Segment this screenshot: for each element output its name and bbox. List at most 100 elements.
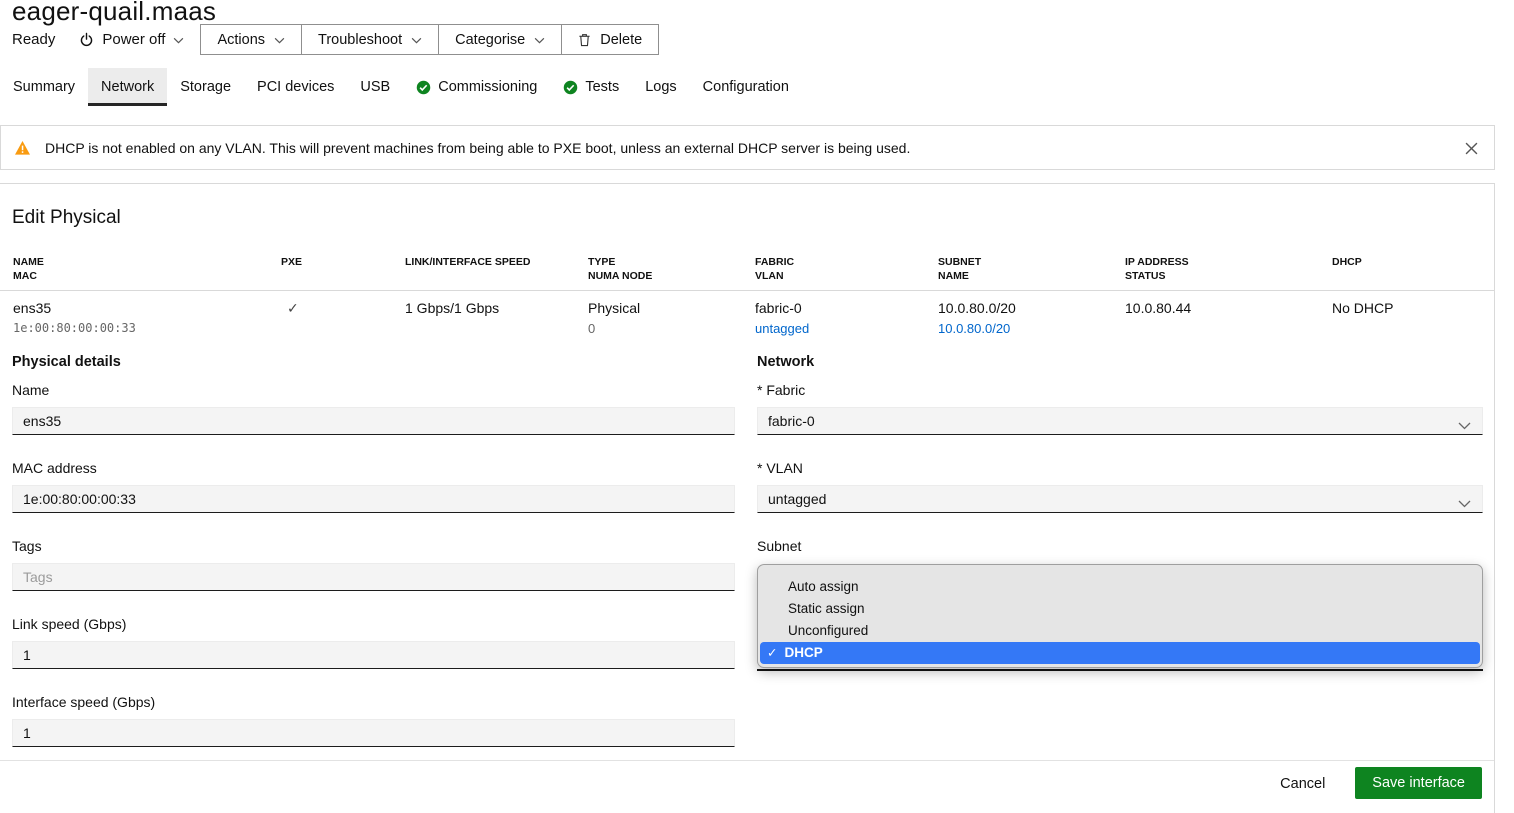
subnet-select-underline: [757, 669, 1483, 671]
numa-node: 0: [588, 321, 755, 337]
chevron-down-icon: [534, 32, 545, 48]
cell-type-numa: Physical 0: [588, 300, 755, 336]
interface-speed-input[interactable]: [12, 719, 735, 747]
form-footer: Cancel Save interface: [0, 760, 1494, 801]
vlan-link[interactable]: untagged: [755, 321, 809, 336]
tab-pci-devices[interactable]: PCI devices: [244, 68, 347, 106]
tab-label: Logs: [645, 79, 676, 95]
col-header-speed: LINK/INTERFACE SPEED: [405, 255, 588, 283]
vlan-select[interactable]: untagged: [757, 485, 1483, 513]
power-off-dropdown[interactable]: Power off: [79, 31, 184, 48]
tab-label: PCI devices: [257, 79, 334, 95]
col-header-type-numa: TYPENUMA NODE: [588, 255, 755, 283]
tab-label: Network: [101, 79, 154, 95]
cell-name-mac: ens35 1e:00:80:00:00:33: [13, 300, 281, 336]
tab-configuration[interactable]: Configuration: [690, 68, 802, 106]
tab-network[interactable]: Network: [88, 68, 167, 106]
link-speed-input[interactable]: [12, 641, 735, 669]
interface-name: ens35: [13, 300, 281, 317]
troubleshoot-dropdown-button[interactable]: Troubleshoot: [301, 25, 438, 54]
trash-icon: [578, 33, 591, 47]
edit-interface-card: Edit Physical NAMEMAC PXE LINK/INTERFACE…: [0, 183, 1495, 813]
vlan-field-group: * VLAN untagged: [757, 460, 1483, 513]
cell-pxe: ✓: [281, 300, 405, 336]
mac-address-input[interactable]: [12, 485, 735, 513]
fabric-label: * Fabric: [757, 382, 1483, 398]
fabric-field-group: * Fabric fabric-0: [757, 382, 1483, 435]
edit-physical-heading: Edit Physical: [12, 207, 1494, 229]
tags-field-group: Tags: [12, 538, 735, 591]
link-speed-field-group: Link speed (Gbps): [12, 616, 735, 669]
fabric-select[interactable]: fabric-0: [757, 407, 1483, 435]
success-check-icon: [563, 80, 578, 95]
tab-label: Tests: [585, 79, 619, 95]
tags-input[interactable]: [12, 563, 735, 591]
option-unconfigured[interactable]: Unconfigured: [760, 620, 1480, 642]
tab-usb[interactable]: USB: [347, 68, 403, 106]
delete-button[interactable]: Delete: [561, 25, 658, 54]
option-auto-assign[interactable]: Auto assign: [760, 576, 1480, 598]
interface-mac: 1e:00:80:00:00:33: [13, 321, 281, 335]
tab-label: Commissioning: [438, 79, 537, 95]
col-header-dhcp: DHCP: [1332, 255, 1494, 283]
interface-speed-label: Interface speed (Gbps): [12, 694, 735, 710]
name-input[interactable]: [12, 407, 735, 435]
power-icon: [79, 32, 94, 47]
chevron-down-icon: [173, 31, 184, 48]
warning-text: DHCP is not enabled on any VLAN. This wi…: [45, 140, 910, 156]
physical-details-heading: Physical details: [12, 354, 735, 370]
actions-label: Actions: [217, 32, 265, 48]
name-field-group: Name: [12, 382, 735, 435]
save-interface-button[interactable]: Save interface: [1355, 767, 1482, 799]
tab-commissioning[interactable]: Commissioning: [403, 68, 550, 106]
tab-logs[interactable]: Logs: [632, 68, 689, 106]
network-heading: Network: [757, 354, 1483, 370]
option-label: DHCP: [784, 642, 822, 664]
col-header-ip-status: IP ADDRESSSTATUS: [1125, 255, 1332, 283]
categorise-label: Categorise: [455, 32, 525, 48]
name-label: Name: [12, 382, 735, 398]
col-header-name-mac: NAMEMAC: [13, 255, 281, 283]
success-check-icon: [416, 80, 431, 95]
categorise-dropdown-button[interactable]: Categorise: [438, 25, 561, 54]
link-speed-label: Link speed (Gbps): [12, 616, 735, 632]
option-static-assign[interactable]: Static assign: [760, 598, 1480, 620]
cell-speed: 1 Gbps/1 Gbps: [405, 300, 588, 336]
network-column: Network * Fabric fabric-0 * VLAN untagge…: [757, 354, 1483, 772]
chevron-down-icon: [274, 32, 285, 48]
tags-label: Tags: [12, 538, 735, 554]
close-icon[interactable]: [1458, 135, 1484, 161]
tab-label: USB: [360, 79, 390, 95]
vlan-label: * VLAN: [757, 460, 1483, 476]
machine-status: Ready: [12, 31, 55, 48]
cell-fabric-vlan: fabric-0 untagged: [755, 300, 938, 336]
tab-storage[interactable]: Storage: [167, 68, 244, 106]
physical-details-column: Physical details Name MAC address Tags L…: [12, 354, 735, 772]
mac-address-label: MAC address: [12, 460, 735, 476]
interface-table-header: NAMEMAC PXE LINK/INTERFACE SPEED TYPENUM…: [0, 255, 1494, 291]
action-button-group: Actions Troubleshoot Categorise Delete: [200, 24, 659, 55]
tab-summary[interactable]: Summary: [0, 68, 88, 106]
tab-label: Summary: [13, 79, 75, 95]
cell-subnet-name: 10.0.80.0/20 10.0.80.0/20: [938, 300, 1125, 336]
cell-ip-status: 10.0.80.44: [1125, 300, 1332, 336]
tab-tests[interactable]: Tests: [550, 68, 632, 106]
interface-speed-field-group: Interface speed (Gbps): [12, 694, 735, 747]
status-action-row: Ready Power off Actions Troubleshoot Cat…: [12, 24, 659, 55]
chevron-down-icon: [1458, 417, 1471, 435]
actions-dropdown-button[interactable]: Actions: [201, 25, 301, 54]
option-dhcp-selected[interactable]: ✓ DHCP: [760, 642, 1480, 664]
col-header-subnet-name: SUBNETNAME: [938, 255, 1125, 283]
col-header-fabric-vlan: FABRICVLAN: [755, 255, 938, 283]
cell-dhcp: No DHCP: [1332, 300, 1494, 336]
tab-label: Configuration: [703, 79, 789, 95]
subnet-link[interactable]: 10.0.80.0/20: [938, 321, 1010, 336]
cancel-button[interactable]: Cancel: [1258, 767, 1347, 801]
power-label: Power off: [102, 31, 165, 48]
subnet-field-group: Subnet Auto assign Static assign Unconfi…: [757, 538, 1483, 671]
delete-label: Delete: [600, 32, 642, 48]
chevron-down-icon: [411, 32, 422, 48]
col-header-pxe: PXE: [281, 255, 405, 283]
subnet-dropdown-popup: Auto assign Static assign Unconfigured ✓…: [757, 564, 1483, 668]
troubleshoot-label: Troubleshoot: [318, 32, 402, 48]
